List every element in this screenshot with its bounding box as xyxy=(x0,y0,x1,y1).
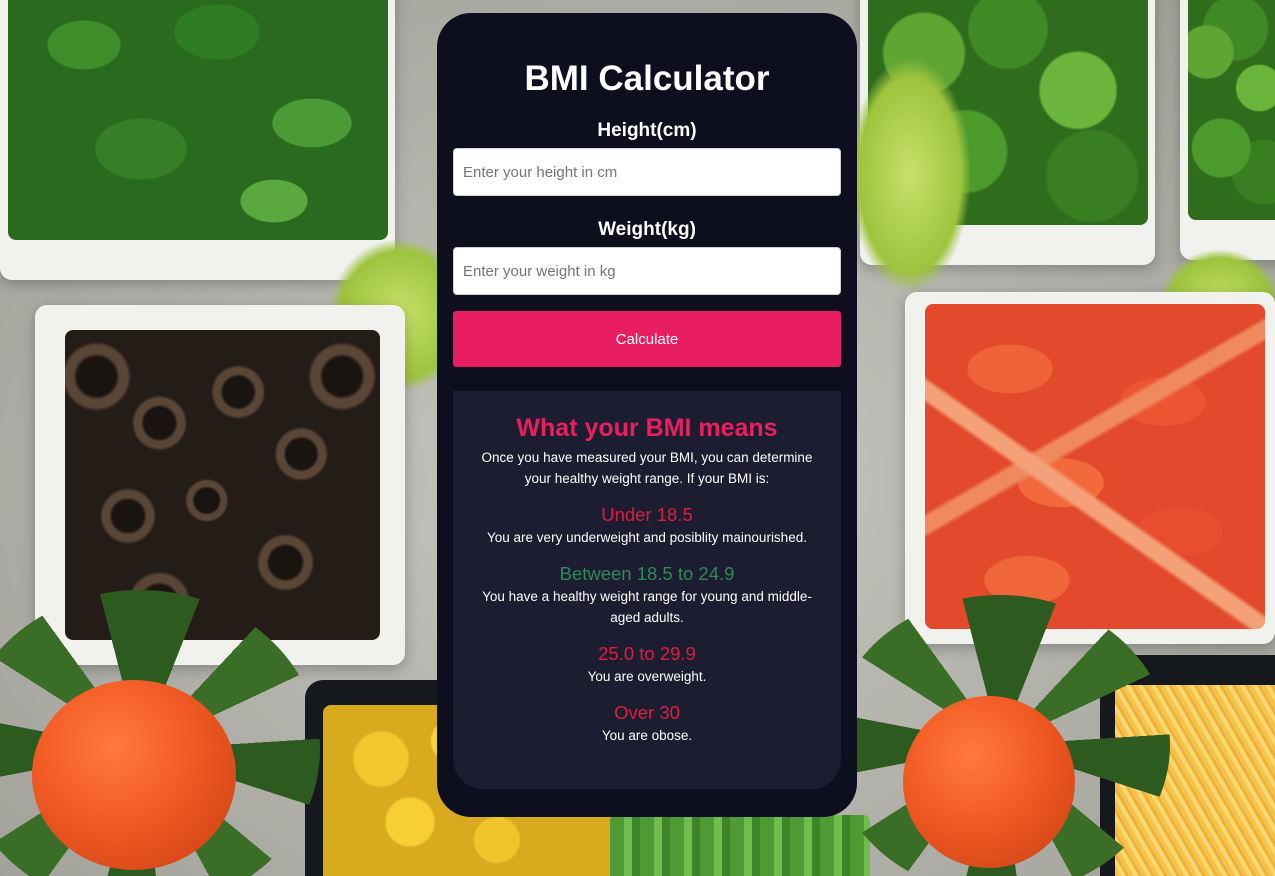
range-item-obese: Over 30 You are obose. xyxy=(469,701,825,746)
weight-label: Weight(kg) xyxy=(598,219,696,240)
page-title: BMI Calculator xyxy=(524,59,770,98)
range-title: Over 30 xyxy=(614,702,680,723)
range-item-overweight: 25.0 to 29.9 You are overweight. xyxy=(469,642,825,687)
info-intro: Once you have measured your BMI, you can… xyxy=(481,450,813,486)
range-title: 25.0 to 29.9 xyxy=(598,643,696,664)
range-item-healthy: Between 18.5 to 24.9 You have a healthy … xyxy=(469,562,825,628)
green-beans xyxy=(610,815,870,876)
spinach-bowl xyxy=(0,0,395,280)
range-description: You are overweight. xyxy=(587,669,707,684)
height-input[interactable] xyxy=(453,148,841,196)
range-description: You are obose. xyxy=(601,728,693,743)
tomato-bowl xyxy=(905,292,1275,644)
info-heading: What your BMI means xyxy=(516,414,778,442)
range-item-underweight: Under 18.5 You are very underweight and … xyxy=(469,503,825,548)
calculate-button[interactable]: Calculate xyxy=(453,311,841,367)
greens-bowl xyxy=(1180,0,1275,260)
range-description: You have a healthy weight range for youn… xyxy=(482,589,812,625)
bmi-card: BMI Calculator Height(cm) Weight(kg) Cal… xyxy=(437,13,857,817)
range-description: You are very underweight and posiblity m… xyxy=(487,530,807,545)
bmi-info-panel: What your BMI means Once you have measur… xyxy=(453,391,841,789)
tomato-right xyxy=(903,696,1075,868)
height-label: Height(cm) xyxy=(597,120,697,141)
celery-leaves-right xyxy=(850,60,970,290)
range-title: Between 18.5 to 24.9 xyxy=(559,563,735,584)
tomato-left xyxy=(32,680,236,870)
weight-input[interactable] xyxy=(453,247,841,295)
range-title: Under 18.5 xyxy=(601,504,693,525)
